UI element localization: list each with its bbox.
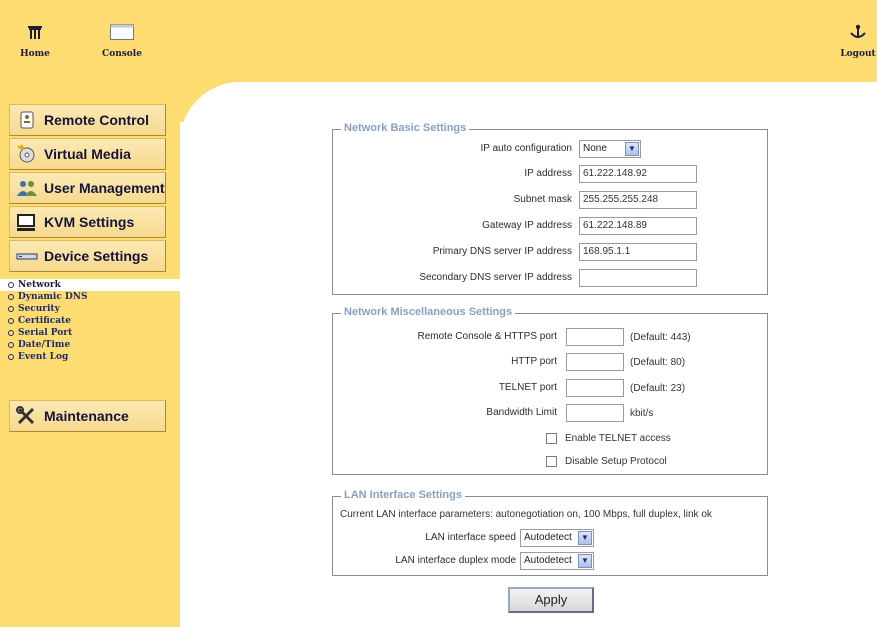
gateway-field[interactable]: 61.222.148.89 [579, 217, 697, 235]
chevron-down-icon: ▼ [578, 531, 592, 545]
console-button[interactable]: Console [98, 24, 146, 59]
top-toolbar: Home Console Logout [0, 0, 877, 82]
basic-legend: Network Basic Settings [341, 122, 470, 134]
gateway-label: Gateway IP address [482, 220, 572, 231]
sidebar: Remote Control Virtual Media User Manage… [0, 82, 180, 627]
home-label: Home [20, 49, 50, 59]
submenu-security[interactable]: Security [0, 303, 180, 315]
device-settings-submenu: Network Dynamic DNS Security Certificate… [0, 279, 180, 363]
bandwidth-label: Bandwidth Limit [486, 407, 557, 418]
chevron-down-icon: ▼ [578, 554, 592, 568]
lan-speed-value: Autodetect [524, 532, 572, 543]
misc-legend: Network Miscellaneous Settings [341, 306, 516, 318]
lan-duplex-select[interactable]: Autodetect ▼ [520, 552, 594, 570]
menu-maintenance-label: Maintenance [44, 408, 129, 424]
home-button[interactable]: Home [18, 24, 52, 59]
http-port-label: HTTP port [511, 356, 557, 367]
virtual-media-icon [14, 143, 40, 165]
lan-duplex-label: LAN interface duplex mode [395, 555, 516, 566]
menu-kvm-settings[interactable]: KVM Settings [9, 206, 166, 238]
lan-speed-select[interactable]: Autodetect ▼ [520, 529, 594, 547]
disable-setup-label: Disable Setup Protocol [565, 456, 667, 467]
menu-virtual-media-label: Virtual Media [44, 146, 131, 162]
submenu-event-log[interactable]: Event Log [0, 351, 180, 363]
menu-device-settings-label: Device Settings [44, 248, 149, 264]
subnet-mask-label: Subnet mask [513, 194, 572, 205]
kvm-icon [14, 211, 40, 233]
enable-telnet-checkbox[interactable] [546, 433, 557, 444]
submenu-network[interactable]: Network [0, 279, 180, 291]
apply-button[interactable]: Apply [508, 587, 594, 613]
lan-legend: LAN Interface Settings [341, 489, 465, 501]
device-icon [14, 245, 40, 267]
submenu-dynamic-dns[interactable]: Dynamic DNS [0, 291, 180, 303]
https-port-field[interactable] [566, 328, 624, 346]
users-icon [14, 177, 40, 199]
lan-current-params: Current LAN interface parameters: autone… [340, 509, 712, 520]
menu-user-management[interactable]: User Management [9, 172, 166, 204]
menu-kvm-settings-label: KVM Settings [44, 214, 135, 230]
menu-user-management-label: User Management [44, 180, 165, 196]
menu-maintenance[interactable]: Maintenance [9, 400, 166, 432]
ip-address-field[interactable]: 61.222.148.92 [579, 165, 697, 183]
menu-remote-control[interactable]: Remote Control [9, 104, 166, 136]
menu-virtual-media[interactable]: Virtual Media [9, 138, 166, 170]
secondary-dns-label: Secondary DNS server IP address [419, 272, 572, 283]
subnet-mask-field[interactable]: 255.255.255.248 [579, 191, 697, 209]
logout-button[interactable]: Logout [836, 24, 877, 59]
ip-auto-select[interactable]: None ▼ [579, 140, 641, 158]
telnet-port-label: TELNET port [498, 382, 557, 393]
tools-icon [14, 405, 40, 427]
bandwidth-field[interactable] [566, 404, 624, 422]
https-port-label: Remote Console & HTTPS port [417, 331, 558, 342]
https-default-hint: (Default: 443) [630, 332, 691, 343]
console-icon [98, 24, 146, 43]
submenu-certificate[interactable]: Certificate [0, 315, 180, 327]
http-default-hint: (Default: 80) [630, 357, 686, 368]
logout-label: Logout [840, 49, 876, 59]
http-port-field[interactable] [566, 353, 624, 371]
console-label: Console [102, 49, 142, 59]
primary-dns-label: Primary DNS server IP address [432, 246, 572, 257]
secondary-dns-field[interactable] [579, 269, 697, 287]
lan-duplex-value: Autodetect [524, 555, 572, 566]
network-misc-settings: Network Miscellaneous Settings Remote Co… [332, 306, 768, 475]
ip-auto-value: None [583, 143, 607, 154]
lan-interface-settings: LAN Interface Settings Current LAN inter… [332, 489, 768, 576]
primary-dns-field[interactable]: 168.95.1.1 [579, 243, 697, 261]
submenu-serial-port[interactable]: Serial Port [0, 327, 180, 339]
ip-auto-label: IP auto configuration [480, 143, 572, 154]
telnet-port-field[interactable] [566, 379, 624, 397]
remote-control-icon [14, 109, 40, 131]
bandwidth-unit: kbit/s [630, 408, 654, 419]
network-basic-settings: Network Basic Settings IP auto configura… [332, 122, 768, 295]
logout-icon [836, 24, 877, 43]
chevron-down-icon: ▼ [625, 142, 639, 156]
disable-setup-checkbox[interactable] [546, 456, 557, 467]
submenu-date-time[interactable]: Date/Time [0, 339, 180, 351]
telnet-default-hint: (Default: 23) [630, 383, 686, 394]
menu-device-settings[interactable]: Device Settings [9, 240, 166, 272]
ip-address-label: IP address [524, 168, 572, 179]
lan-speed-label: LAN interface speed [425, 532, 516, 543]
menu-remote-control-label: Remote Control [44, 112, 149, 128]
home-icon [18, 24, 52, 43]
enable-telnet-label: Enable TELNET access [565, 433, 671, 444]
